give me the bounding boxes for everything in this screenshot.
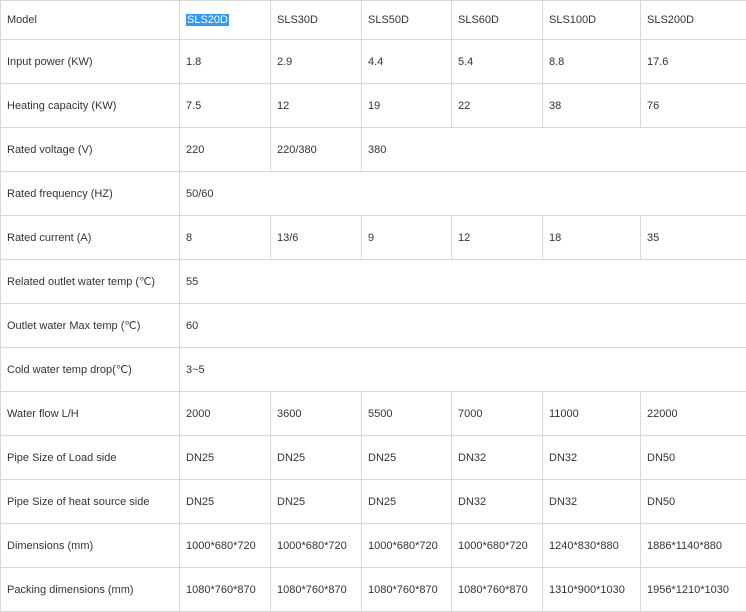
table-cell: 55 (180, 260, 746, 304)
table-row: Packing dimensions (mm)1080*760*8701080*… (1, 568, 746, 612)
table-cell: 220/380 (271, 128, 362, 172)
table-cell: DN25 (180, 480, 271, 524)
table-row: Water flow L/H20003600550070001100022000 (1, 392, 746, 436)
selected-text: SLS20D (186, 14, 229, 26)
header-text: SLS50D (368, 14, 409, 26)
table-row: Rated frequency (HZ)50/60 (1, 172, 746, 216)
table-cell: 22 (452, 84, 543, 128)
row-label: Rated frequency (HZ) (1, 172, 180, 216)
table-row: Pipe Size of Load sideDN25DN25DN25DN32DN… (1, 436, 746, 480)
table-cell: 18 (543, 216, 641, 260)
table-cell: DN32 (543, 436, 641, 480)
table-cell: 380 (362, 128, 746, 172)
table-row: Related outlet water temp (℃)55 (1, 260, 746, 304)
table-cell: 3600 (271, 392, 362, 436)
table-cell: 5.4 (452, 40, 543, 84)
table-cell: DN32 (543, 480, 641, 524)
header-model: SLS200D (641, 1, 746, 40)
table-cell: 17.6 (641, 40, 746, 84)
table-cell: DN32 (452, 480, 543, 524)
table-cell: 1.8 (180, 40, 271, 84)
table-cell: 1240*830*880 (543, 524, 641, 568)
row-label: Cold water temp drop(℃) (1, 348, 180, 392)
table-row: Rated voltage (V)220220/380380 (1, 128, 746, 172)
table-cell: 13/6 (271, 216, 362, 260)
table-cell: 60 (180, 304, 746, 348)
row-label: Dimensions (mm) (1, 524, 180, 568)
header-text: SLS30D (277, 14, 318, 26)
table-cell: 1000*680*720 (271, 524, 362, 568)
spec-table: Model SLS20D SLS30D SLS50D SLS60D SLS100D SLS2… (0, 0, 746, 612)
row-label: Pipe Size of Load side (1, 436, 180, 480)
table-cell: DN25 (180, 436, 271, 480)
table-cell: DN50 (641, 436, 746, 480)
table-row: Outlet water Max temp (℃)60 (1, 304, 746, 348)
table-cell: 38 (543, 84, 641, 128)
row-label: Pipe Size of heat source side (1, 480, 180, 524)
table-cell: DN25 (362, 480, 452, 524)
header-text: SLS100D (549, 14, 596, 26)
table-cell: DN25 (271, 436, 362, 480)
table-cell: DN25 (271, 480, 362, 524)
table-cell: DN32 (452, 436, 543, 480)
table-cell: 35 (641, 216, 746, 260)
row-label: Rated voltage (V) (1, 128, 180, 172)
table-cell: 8 (180, 216, 271, 260)
header-text: SLS60D (458, 14, 499, 26)
table-cell: 7000 (452, 392, 543, 436)
table-cell: 1886*1140*880 (641, 524, 746, 568)
table-row: Dimensions (mm)1000*680*7201000*680*7201… (1, 524, 746, 568)
table-row: Input power (KW)1.82.94.45.48.817.6 (1, 40, 746, 84)
table-cell: 1000*680*720 (362, 524, 452, 568)
table-cell: 1080*760*870 (452, 568, 543, 612)
header-label: Model (1, 1, 180, 40)
table-row: Pipe Size of heat source sideDN25DN25DN2… (1, 480, 746, 524)
table-cell: 3~5 (180, 348, 746, 392)
table-cell: 12 (452, 216, 543, 260)
header-model: SLS30D (271, 1, 362, 40)
table-cell: DN25 (362, 436, 452, 480)
header-model: SLS20D (180, 1, 271, 40)
table-cell: 11000 (543, 392, 641, 436)
table-cell: 50/60 (180, 172, 746, 216)
table-header-row: Model SLS20D SLS30D SLS50D SLS60D SLS100D SLS2… (1, 1, 746, 40)
table-cell: 2000 (180, 392, 271, 436)
header-text: SLS200D (647, 14, 694, 26)
table-row: Cold water temp drop(℃)3~5 (1, 348, 746, 392)
table-cell: 7.5 (180, 84, 271, 128)
table-cell: DN50 (641, 480, 746, 524)
table-cell: 2.9 (271, 40, 362, 84)
table-cell: 220 (180, 128, 271, 172)
row-label: Input power (KW) (1, 40, 180, 84)
header-text: Model (7, 14, 37, 26)
table-cell: 19 (362, 84, 452, 128)
table-cell: 1080*760*870 (271, 568, 362, 612)
row-label: Outlet water Max temp (℃) (1, 304, 180, 348)
table-cell: 12 (271, 84, 362, 128)
table-cell: 76 (641, 84, 746, 128)
row-label: Rated current (A) (1, 216, 180, 260)
table-cell: 5500 (362, 392, 452, 436)
table-cell: 1956*1210*1030 (641, 568, 746, 612)
header-model: SLS60D (452, 1, 543, 40)
header-model: SLS50D (362, 1, 452, 40)
table-cell: 8.8 (543, 40, 641, 84)
table-row: Heating capacity (KW)7.51219223876 (1, 84, 746, 128)
row-label: Water flow L/H (1, 392, 180, 436)
header-model: SLS100D (543, 1, 641, 40)
table-cell: 22000 (641, 392, 746, 436)
table-cell: 1080*760*870 (362, 568, 452, 612)
table-cell: 1000*680*720 (180, 524, 271, 568)
row-label: Related outlet water temp (℃) (1, 260, 180, 304)
row-label: Heating capacity (KW) (1, 84, 180, 128)
table-cell: 9 (362, 216, 452, 260)
row-label: Packing dimensions (mm) (1, 568, 180, 612)
table-cell: 1000*680*720 (452, 524, 543, 568)
table-cell: 1080*760*870 (180, 568, 271, 612)
table-cell: 1310*900*1030 (543, 568, 641, 612)
table-row: Rated current (A)813/69121835 (1, 216, 746, 260)
table-cell: 4.4 (362, 40, 452, 84)
